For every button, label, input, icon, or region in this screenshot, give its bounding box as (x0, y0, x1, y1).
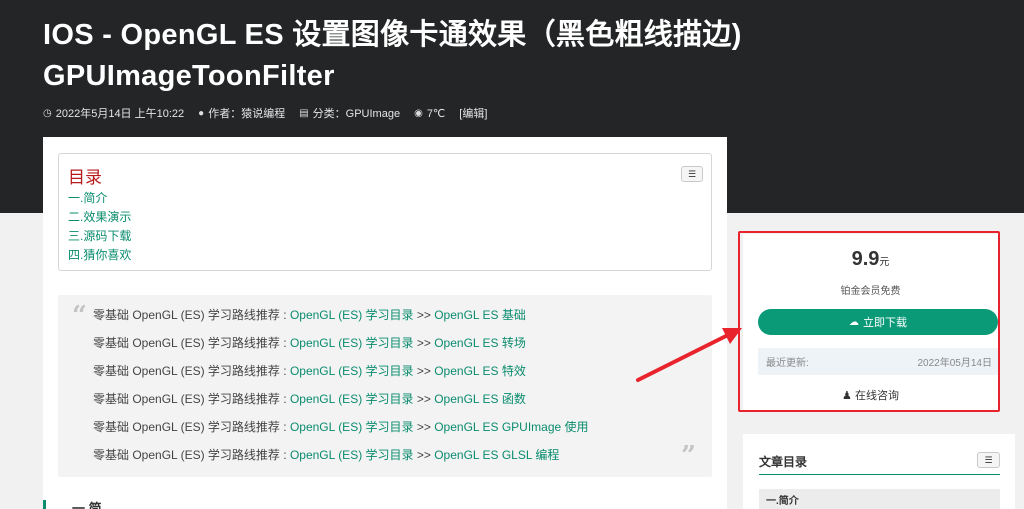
download-card: 9.9元 铂金会员免费 ☁ 立即下载 最近更新: 2022年05月14日 ♟ 在线咨… (743, 234, 998, 410)
catalog-link[interactable]: OpenGL (ES) 学习目录 (290, 448, 414, 462)
list-icon: ☰ (984, 454, 993, 465)
learning-path-line: 零基础 OpenGL (ES) 学习路线推荐 : OpenGL (ES) 学习目… (93, 336, 526, 350)
update-date: 2022年05月14日 (917, 358, 993, 369)
topic-link[interactable]: OpenGL ES GPUImage 使用 (434, 420, 588, 434)
price-unit: 元 (879, 257, 890, 268)
toc-item[interactable]: 四.猜你喜欢 (68, 246, 131, 265)
learning-path-line: 零基础 OpenGL (ES) 学习路线推荐 : OpenGL (ES) 学习目… (93, 364, 526, 378)
article-body: 目录 ☰ 一.简介 二.效果演示 三.源码下载 四.猜你喜欢 “ ” 零基础 O… (43, 137, 727, 509)
toc-item[interactable]: 一.简介 (68, 189, 131, 208)
learning-path-line: 零基础 OpenGL (ES) 学习路线推荐 : OpenGL (ES) 学习目… (93, 392, 526, 406)
edit-link[interactable]: [编辑] (459, 105, 487, 121)
sidebar-toc-item[interactable]: 一.简介 (759, 489, 1000, 509)
sidebar-toc-title: 文章目录 (759, 455, 808, 469)
catalog-link[interactable]: OpenGL (ES) 学习目录 (290, 364, 414, 378)
sidebar-toc-toggle-button[interactable]: ☰ (977, 452, 1000, 468)
sidebar-article-toc: 文章目录 ☰ 一.简介 (743, 434, 1015, 509)
table-of-contents: 目录 ☰ 一.简介 二.效果演示 三.源码下载 四.猜你喜欢 (58, 153, 712, 271)
topic-link[interactable]: OpenGL ES 特效 (434, 364, 526, 378)
topic-link[interactable]: OpenGL ES 转场 (434, 336, 526, 350)
price-value: 9.9 (851, 248, 880, 270)
learning-path-line: 零基础 OpenGL (ES) 学习路线推荐 : OpenGL (ES) 学习目… (93, 420, 589, 434)
annotation-arrow (636, 328, 742, 382)
learning-path-quote: “ ” 零基础 OpenGL (ES) 学习路线推荐 : OpenGL (ES)… (58, 295, 712, 477)
toc-item[interactable]: 二.效果演示 (68, 208, 131, 227)
price: 9.9元 (743, 248, 998, 271)
topic-link[interactable]: OpenGL ES 基础 (434, 308, 526, 322)
divider (759, 474, 1000, 475)
download-button[interactable]: ☁ 立即下载 (758, 309, 998, 335)
close-quote-icon: ” (681, 441, 696, 471)
learning-path-list: 零基础 OpenGL (ES) 学习路线推荐 : OpenGL (ES) 学习目… (93, 301, 589, 469)
learning-path-line: 零基础 OpenGL (ES) 学习路线推荐 : OpenGL (ES) 学习目… (93, 448, 560, 462)
catalog-link[interactable]: OpenGL (ES) 学习目录 (290, 392, 414, 406)
post-category[interactable]: 分类：GPUImage (313, 105, 400, 121)
learning-path-line: 零基础 OpenGL (ES) 学习路线推荐 : OpenGL (ES) 学习目… (93, 308, 526, 322)
cloud-download-icon: ☁ (849, 316, 859, 328)
toc-item[interactable]: 三.源码下载 (68, 227, 131, 246)
member-note: 铂金会员免费 (840, 286, 901, 297)
user-icon: ● (198, 107, 205, 119)
post-views: 7℃ (426, 107, 446, 120)
clock-icon: ◷ (43, 107, 52, 119)
catalog-link[interactable]: OpenGL (ES) 学习目录 (290, 420, 414, 434)
section-heading: 一.简介 (72, 501, 102, 509)
last-updated: 最近更新: 2022年05月14日 (758, 348, 998, 375)
catalog-link[interactable]: OpenGL (ES) 学习目录 (290, 308, 414, 322)
open-quote-icon: “ (72, 301, 87, 331)
section-accent-bar (43, 500, 46, 509)
post-title: IOS - OpenGL ES 设置图像卡通效果（黑色粗线描边) GPUImag… (43, 19, 742, 92)
eye-icon: ◉ (414, 107, 423, 119)
online-consult-link[interactable]: ♟ 在线咨询 (743, 387, 998, 403)
toc-list: 一.简介 二.效果演示 三.源码下载 四.猜你喜欢 (68, 189, 131, 265)
list-icon: ☰ (687, 168, 697, 179)
post-meta: ◷ 2022年5月14日 上午10:22 ● 作者：猿说编程 ▤ 分类：GPUImag… (43, 105, 501, 121)
topic-link[interactable]: OpenGL ES GLSL 编程 (434, 448, 559, 462)
toc-title: 目录 (68, 168, 102, 187)
toc-toggle-button[interactable]: ☰ (681, 166, 703, 182)
post-date: 2022年5月14日 上午10:22 (55, 108, 185, 120)
post-author[interactable]: 作者：猿说编程 (208, 105, 285, 121)
topic-link[interactable]: OpenGL ES 函数 (434, 392, 526, 406)
qq-icon: ♟ (842, 390, 855, 402)
catalog-link[interactable]: OpenGL (ES) 学习目录 (290, 336, 414, 350)
folder-icon: ▤ (299, 107, 309, 119)
update-label: 最近更新: (766, 358, 809, 369)
